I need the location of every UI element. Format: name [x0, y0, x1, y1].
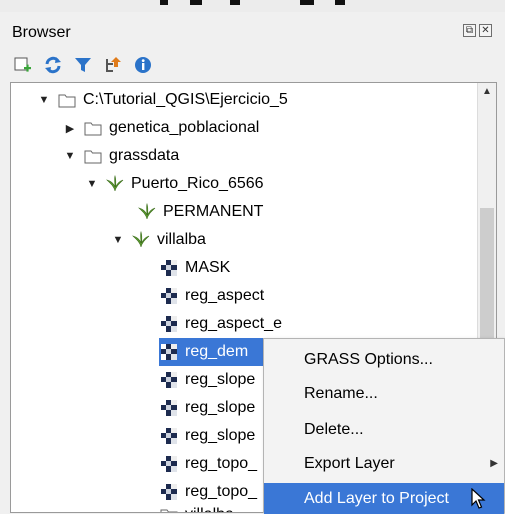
- tree-item-root[interactable]: ▼ C:\Tutorial_QGIS\Ejercicio_5: [37, 86, 288, 114]
- expanded-arrow-icon[interactable]: ▼: [37, 94, 51, 106]
- submenu-arrow-icon: ▶: [490, 458, 498, 469]
- menu-item-rename[interactable]: Rename...: [264, 377, 504, 410]
- menu-item-grass-options[interactable]: GRASS Options...: [264, 343, 504, 376]
- tree-item-label: reg_slope: [185, 371, 256, 388]
- raster-layer-icon: [159, 370, 179, 390]
- raster-layer-icon: [159, 314, 179, 334]
- tree-item-label: PERMANENT: [163, 203, 264, 220]
- info-icon[interactable]: [132, 54, 154, 76]
- tree-item-label: reg_dem: [185, 343, 249, 360]
- menu-item-delete[interactable]: Delete...: [264, 413, 504, 446]
- raster-layer-icon: [159, 258, 179, 278]
- close-panel-button[interactable]: ✕: [479, 24, 492, 37]
- raster-layer-icon: [159, 398, 179, 418]
- folder-icon: [83, 118, 103, 138]
- scroll-up-arrow[interactable]: ▲: [478, 83, 496, 101]
- tree-item-label: MASK: [185, 259, 231, 276]
- window-top-strip: [0, 0, 505, 12]
- tree-item-label: grassdata: [109, 147, 180, 164]
- tree-item-reg-aspect[interactable]: reg_aspect: [159, 282, 264, 310]
- menu-item-label: Delete...: [304, 420, 364, 438]
- tree-item-reg-slope-1[interactable]: reg_slope: [159, 366, 255, 394]
- tree-item-permanent[interactable]: PERMANENT: [137, 198, 263, 226]
- folder-icon: [159, 505, 179, 512]
- filter-icon[interactable]: [72, 54, 94, 76]
- menu-item-label: Export Layer: [304, 454, 395, 472]
- collapsed-arrow-icon[interactable]: ▶: [63, 122, 77, 135]
- float-panel-button[interactable]: ⧉: [463, 24, 476, 37]
- menu-item-label: Add Layer to Project: [304, 489, 449, 507]
- expanded-arrow-icon[interactable]: ▼: [111, 234, 125, 246]
- tree-item-villalba[interactable]: ▼ villalba: [111, 226, 206, 254]
- expanded-arrow-icon[interactable]: ▼: [63, 150, 77, 162]
- tree-item-reg-slope-2[interactable]: reg_slope: [159, 394, 255, 422]
- raster-layer-icon: [159, 482, 179, 502]
- tree-item-label: genetica_poblacional: [109, 119, 260, 136]
- grass-mapset-icon: [137, 202, 157, 222]
- tree-item-reg-aspect-e[interactable]: reg_aspect_e: [159, 310, 282, 338]
- tree-item-reg-slope-3[interactable]: reg_slope: [159, 422, 255, 450]
- tree-item-villalba-folder[interactable]: villalba: [159, 505, 234, 512]
- add-selected-layers-icon[interactable]: [12, 54, 34, 76]
- tree-item-label: villalba: [157, 231, 206, 248]
- folder-icon: [57, 90, 77, 110]
- tree-item-genetica-poblacional[interactable]: ▶ genetica_poblacional: [63, 114, 260, 142]
- tree-item-label: reg_topo_: [185, 455, 258, 472]
- tree-item-reg-topo-2[interactable]: reg_topo_: [159, 478, 257, 506]
- mouse-cursor-icon: [471, 488, 486, 509]
- tree-item-label: reg_aspect_e: [185, 315, 282, 332]
- refresh-icon[interactable]: [42, 54, 64, 76]
- panel-title: Browser: [12, 24, 71, 41]
- tree-item-label: C:\Tutorial_QGIS\Ejercicio_5: [83, 91, 288, 108]
- folder-icon: [83, 146, 103, 166]
- tree-item-label: Puerto_Rico_6566: [131, 175, 264, 192]
- menu-item-add-layer-to-project[interactable]: Add Layer to Project: [264, 483, 504, 514]
- browser-toolbar: [12, 54, 154, 76]
- menu-item-export-layer[interactable]: Export Layer ▶: [264, 447, 504, 480]
- raster-layer-icon: [159, 342, 179, 362]
- tree-item-reg-topo-1[interactable]: reg_topo_: [159, 450, 257, 478]
- expanded-arrow-icon[interactable]: ▼: [85, 178, 99, 190]
- tree-item-grassdata[interactable]: ▼ grassdata: [63, 142, 180, 170]
- tree-item-mask[interactable]: MASK: [159, 254, 230, 282]
- tree-item-puerto-rico-6566[interactable]: ▼ Puerto_Rico_6566: [85, 170, 264, 198]
- grass-mapset-icon: [131, 230, 151, 250]
- context-menu: GRASS Options... Rename... Delete... Exp…: [263, 338, 505, 514]
- grass-location-icon: [105, 174, 125, 194]
- tree-item-label: reg_slope: [185, 427, 256, 444]
- tree-item-label: villalba: [185, 506, 234, 512]
- raster-layer-icon: [159, 286, 179, 306]
- raster-layer-icon: [159, 454, 179, 474]
- menu-item-label: GRASS Options...: [304, 350, 433, 368]
- raster-layer-icon: [159, 426, 179, 446]
- tree-item-label: reg_aspect: [185, 287, 265, 304]
- menu-item-label: Rename...: [304, 384, 378, 402]
- tree-item-label: reg_topo_: [185, 483, 258, 500]
- collapse-all-icon[interactable]: [102, 54, 124, 76]
- tree-item-label: reg_slope: [185, 399, 256, 416]
